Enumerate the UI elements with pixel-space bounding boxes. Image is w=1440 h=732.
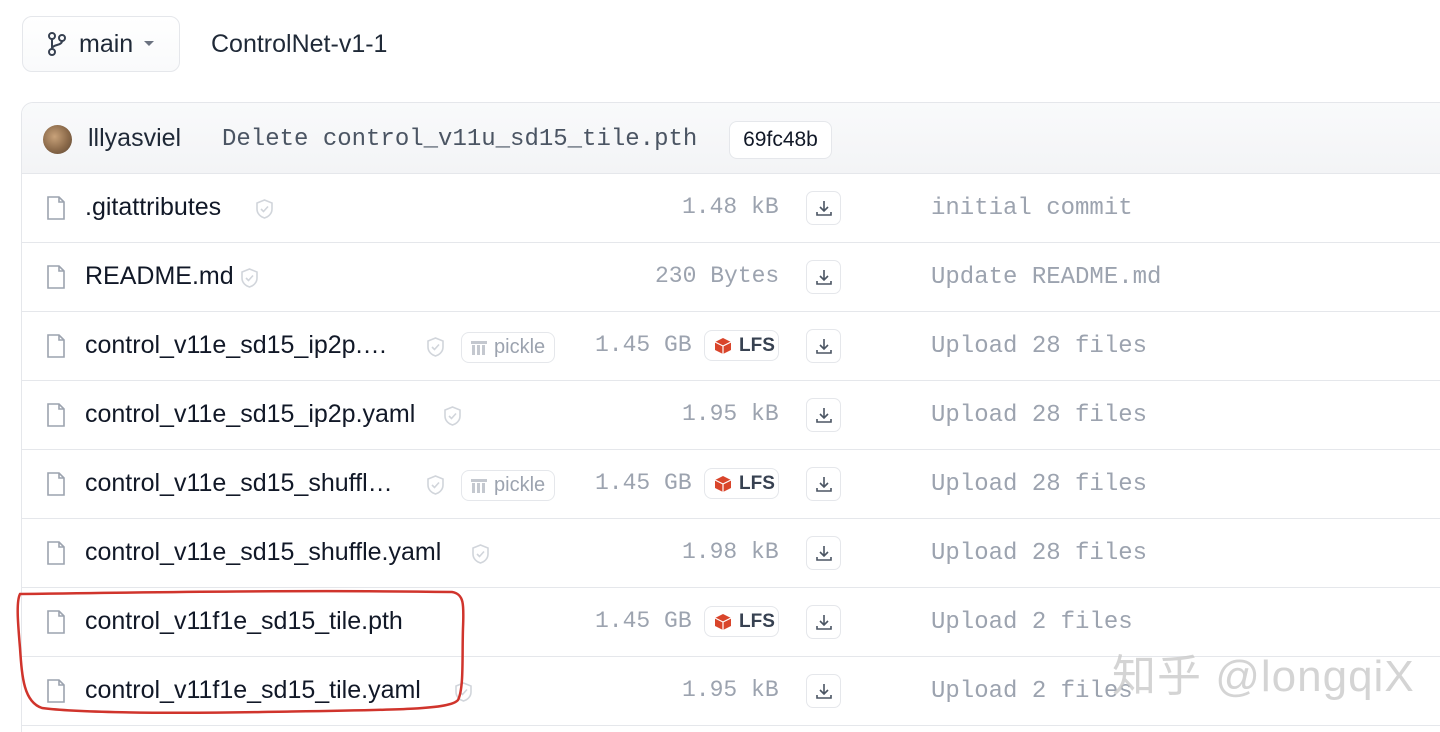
- file-size: 1.45 GB: [595, 470, 692, 496]
- model-repo-files-page: main ControlNet-v1-1 lllyasviel Delete c…: [0, 0, 1440, 732]
- last-commit-message-link[interactable]: Update README.md: [931, 264, 1161, 291]
- file-icon: [47, 472, 65, 496]
- branch-selector-button[interactable]: main: [22, 16, 180, 72]
- download-button[interactable]: [806, 329, 841, 363]
- shield-check-icon[interactable]: [426, 337, 445, 357]
- file-size: 1.98 kB: [682, 539, 779, 565]
- file-icon: [47, 541, 65, 565]
- last-commit-message-link[interactable]: Upload 2 files: [931, 609, 1133, 636]
- file-name-link[interactable]: control_v11e_sd15_ip2p.yaml: [85, 400, 415, 429]
- download-icon: [815, 408, 832, 423]
- file-icon: [47, 265, 65, 289]
- lfs-cube-icon: [714, 613, 732, 630]
- last-commit-message-link[interactable]: Upload 28 files: [931, 333, 1147, 360]
- commit-hash-badge[interactable]: 69fc48b: [729, 121, 832, 159]
- file-size: 1.45 GB: [595, 332, 692, 358]
- pickle-badge[interactable]: pickle: [461, 332, 555, 363]
- file-size: 1.95 kB: [682, 677, 779, 703]
- download-button[interactable]: [806, 191, 841, 225]
- file-row: control_v11e_sd15_shuffle.yaml 1.98 kB Upl…: [22, 519, 1440, 588]
- download-icon: [815, 339, 832, 354]
- commit-message[interactable]: Delete control_v11u_sd15_tile.pth: [222, 126, 697, 153]
- file-name-link[interactable]: control_v11e_sd15_ip2p.…: [85, 331, 388, 360]
- shield-check-icon[interactable]: [426, 475, 445, 495]
- last-commit-message-link[interactable]: initial commit: [931, 195, 1133, 222]
- lfs-badge[interactable]: LFS: [704, 468, 779, 499]
- file-name-link[interactable]: control_v11f1e_sd15_tile.pth: [85, 607, 403, 636]
- lfs-cube-icon: [714, 475, 732, 492]
- pickle-label: pickle: [494, 474, 546, 496]
- file-size: 1.45 GB: [595, 608, 692, 634]
- zhihu-watermark: 知乎 @longqiX: [1112, 652, 1415, 701]
- download-icon: [815, 684, 832, 699]
- download-button[interactable]: [806, 605, 841, 639]
- download-icon: [815, 270, 832, 285]
- file-row: README.md 230 Bytes Update README.md: [22, 243, 1440, 312]
- lfs-label: LFS: [739, 610, 775, 632]
- file-name-link[interactable]: control_v11e_sd15_shuffle.yaml: [85, 538, 441, 567]
- file-row: control_v11e_sd15_shuffl… pickle 1.45 GB LF…: [22, 450, 1440, 519]
- pickle-badge[interactable]: pickle: [461, 470, 555, 501]
- repo-name: ControlNet-v1-1: [211, 30, 388, 58]
- lfs-badge[interactable]: LFS: [704, 606, 779, 637]
- file-name-link[interactable]: .gitattributes: [85, 193, 221, 222]
- shield-check-icon[interactable]: [471, 544, 490, 564]
- pickle-icon: [471, 478, 487, 493]
- shield-check-icon[interactable]: [454, 682, 473, 702]
- download-icon: [815, 615, 832, 630]
- file-table: lllyasviel Delete control_v11u_sd15_tile…: [21, 102, 1440, 732]
- download-button[interactable]: [806, 260, 841, 294]
- file-icon: [47, 610, 65, 634]
- download-button[interactable]: [806, 536, 841, 570]
- download-icon: [815, 477, 832, 492]
- download-button[interactable]: [806, 674, 841, 708]
- lfs-badge[interactable]: LFS: [704, 330, 779, 361]
- pickle-icon: [471, 340, 487, 355]
- file-size: 1.95 kB: [682, 401, 779, 427]
- last-commit-header: lllyasviel Delete control_v11u_sd15_tile…: [22, 103, 1440, 174]
- download-icon: [815, 201, 832, 216]
- last-commit-message-link[interactable]: Upload 28 files: [931, 540, 1147, 567]
- file-name-link[interactable]: README.md: [85, 262, 234, 291]
- download-button[interactable]: [806, 467, 841, 501]
- file-icon: [47, 334, 65, 358]
- lfs-label: LFS: [739, 334, 775, 356]
- commit-author[interactable]: lllyasviel: [88, 124, 181, 153]
- file-name-link[interactable]: control_v11f1e_sd15_tile.yaml: [85, 676, 421, 705]
- shield-check-icon[interactable]: [255, 199, 274, 219]
- chevron-down-icon: [144, 41, 155, 46]
- lfs-cube-icon: [714, 337, 732, 354]
- file-icon: [47, 196, 65, 220]
- download-icon: [815, 546, 832, 561]
- pickle-label: pickle: [494, 336, 546, 358]
- last-commit-message-link[interactable]: Upload 2 files: [931, 678, 1133, 705]
- file-row: control_v11e_sd15_ip2p.… pickle 1.45 GB LFS…: [22, 312, 1440, 381]
- last-commit-message-link[interactable]: Upload 28 files: [931, 402, 1147, 429]
- file-row: .gitattributes 1.48 kB initial commit: [22, 174, 1440, 243]
- file-size: 230 Bytes: [655, 263, 780, 289]
- branch-name: main: [79, 29, 134, 58]
- git-branch-icon: [48, 32, 66, 56]
- file-name-link[interactable]: control_v11e_sd15_shuffl…: [85, 469, 393, 498]
- shield-check-icon[interactable]: [240, 268, 259, 288]
- author-avatar[interactable]: [43, 125, 72, 154]
- file-icon: [47, 403, 65, 427]
- download-button[interactable]: [806, 398, 841, 432]
- file-row: control_v11e_sd15_ip2p.yaml 1.95 kB Upload…: [22, 381, 1440, 450]
- file-icon: [47, 679, 65, 703]
- last-commit-message-link[interactable]: Upload 28 files: [931, 471, 1147, 498]
- lfs-label: LFS: [739, 472, 775, 494]
- file-size: 1.48 kB: [682, 194, 779, 220]
- shield-check-icon[interactable]: [443, 406, 462, 426]
